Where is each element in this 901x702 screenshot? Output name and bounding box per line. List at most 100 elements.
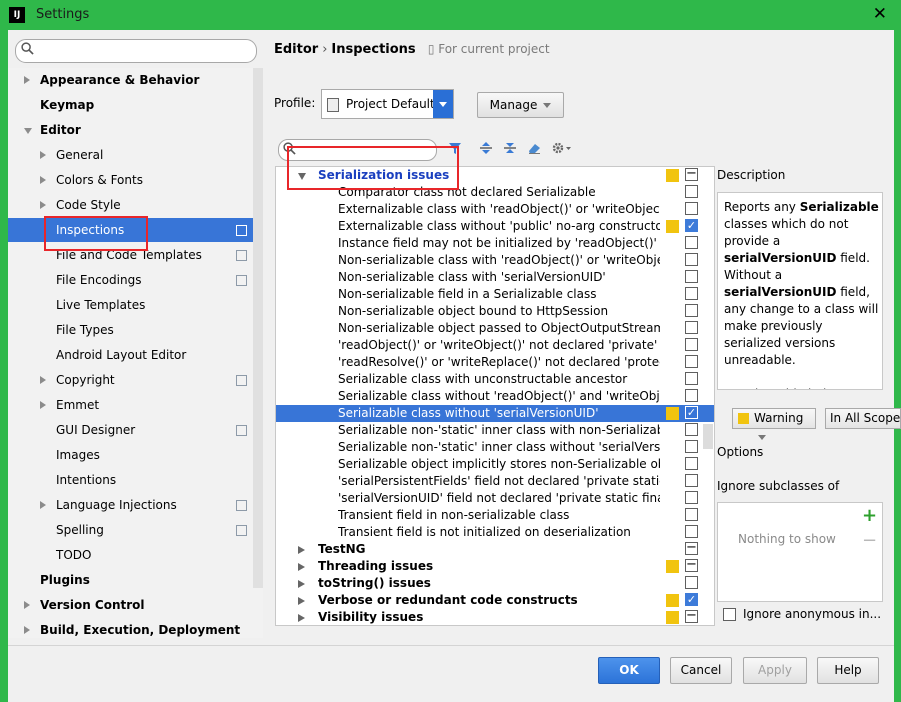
inspection-group[interactable]: Visibility issues −	[276, 609, 714, 625]
inspection-item[interactable]: 'serialPersistentFields' field not decla…	[276, 473, 714, 490]
sidebar-item-android-layout-editor[interactable]: Android Layout Editor	[8, 343, 263, 367]
chevron-right-icon[interactable]	[298, 580, 305, 588]
chevron-right-icon[interactable]	[40, 176, 46, 184]
inspection-item[interactable]: Serializable object implicitly stores no…	[276, 456, 714, 473]
chevron-right-icon[interactable]	[40, 151, 46, 159]
settings-search-input[interactable]	[15, 39, 257, 63]
chevron-right-icon[interactable]	[40, 376, 46, 384]
inspection-item[interactable]: Instance field may not be initialized by…	[276, 235, 714, 252]
reset-eraser-icon[interactable]	[527, 141, 541, 155]
ignore-subclasses-list[interactable]: Nothing to show	[717, 502, 883, 602]
sidebar-item-appearance-behavior[interactable]: Appearance & Behavior	[8, 68, 263, 92]
sidebar-item-spelling[interactable]: Spelling	[8, 518, 263, 542]
inspection-item[interactable]: 'serialVersionUID' field not declared 'p…	[276, 490, 714, 507]
close-icon[interactable]: ✕	[873, 4, 887, 24]
inspection-checkbox[interactable]	[685, 372, 698, 385]
inspection-checkbox[interactable]	[685, 440, 698, 453]
collapse-all-icon[interactable]	[503, 141, 517, 155]
inspection-checkbox[interactable]	[685, 338, 698, 351]
ok-button[interactable]: OK	[598, 657, 660, 684]
add-icon[interactable]: +	[862, 505, 877, 526]
inspection-checkbox[interactable]	[685, 236, 698, 249]
inspection-item[interactable]: Non-serializable class with 'readObject(…	[276, 252, 714, 269]
chevron-down-icon[interactable]	[433, 90, 453, 118]
chevron-right-icon[interactable]	[40, 201, 46, 209]
sidebar-item-todo[interactable]: TODO	[8, 543, 263, 567]
sidebar-item-images[interactable]: Images	[8, 443, 263, 467]
sidebar-item-emmet[interactable]: Emmet	[8, 393, 263, 417]
sidebar-item-general[interactable]: General	[8, 143, 263, 167]
inspection-checkbox[interactable]	[685, 457, 698, 470]
chevron-right-icon[interactable]	[298, 563, 305, 571]
chevron-right-icon[interactable]	[298, 546, 305, 554]
inspection-checkbox[interactable]	[685, 508, 698, 521]
sidebar-item-code-style[interactable]: Code Style	[8, 193, 263, 217]
sidebar-item-live-templates[interactable]: Live Templates	[8, 293, 263, 317]
inspection-checkbox[interactable]	[685, 491, 698, 504]
sidebar-item-keymap[interactable]: Keymap	[8, 93, 263, 117]
inspection-checkbox[interactable]	[685, 185, 698, 198]
chevron-right-icon[interactable]	[40, 501, 46, 509]
inspection-checkbox[interactable]: −	[685, 558, 698, 572]
inspection-item[interactable]: Transient field is not initialized on de…	[276, 524, 714, 541]
sidebar-scrollbar[interactable]	[253, 68, 263, 588]
inspection-item[interactable]: Externalizable class without 'public' no…	[276, 218, 714, 235]
inspection-group[interactable]: Verbose or redundant code constructs ✓	[276, 592, 714, 609]
inspection-checkbox[interactable]: ✓	[685, 593, 698, 606]
inspection-checkbox[interactable]	[685, 270, 698, 283]
inspection-checkbox[interactable]: −	[685, 167, 698, 181]
inspection-item[interactable]: Serializable class with unconstructable …	[276, 371, 714, 388]
cancel-button[interactable]: Cancel	[670, 657, 732, 684]
chevron-right-icon[interactable]	[24, 601, 30, 609]
inspection-item[interactable]: Non-serializable object passed to Object…	[276, 320, 714, 337]
sidebar-item-editor[interactable]: Editor	[8, 118, 263, 142]
inspection-checkbox[interactable]	[685, 287, 698, 300]
inspection-item[interactable]: Non-serializable class with 'serialVersi…	[276, 269, 714, 286]
chevron-right-icon[interactable]	[298, 614, 305, 622]
inspection-item[interactable]: Non-serializable object bound to HttpSes…	[276, 303, 714, 320]
inspection-checkbox[interactable]: ✓	[685, 406, 698, 419]
inspection-checkbox[interactable]	[685, 423, 698, 436]
sidebar-item-build-execution-deployment[interactable]: Build, Execution, Deployment	[8, 618, 263, 638]
inspection-item[interactable]: Serializable class without 'readObject()…	[276, 388, 714, 405]
chevron-right-icon[interactable]	[40, 401, 46, 409]
sidebar-item-copyright[interactable]: Copyright	[8, 368, 263, 392]
inspection-checkbox[interactable]	[685, 525, 698, 538]
sidebar-item-colors-fonts[interactable]: Colors & Fonts	[8, 168, 263, 192]
chevron-right-icon[interactable]	[298, 597, 305, 605]
sidebar-item-file-types[interactable]: File Types	[8, 318, 263, 342]
inspection-item[interactable]: Externalizable class with 'readObject()'…	[276, 201, 714, 218]
chevron-right-icon[interactable]	[24, 76, 30, 84]
inspection-group[interactable]: toString() issues	[276, 575, 714, 592]
apply-button[interactable]: Apply	[743, 657, 807, 684]
inspection-group[interactable]: TestNG −	[276, 541, 714, 558]
help-button[interactable]: Help	[817, 657, 879, 684]
expand-all-icon[interactable]	[479, 141, 493, 155]
inspection-item[interactable]: Transient field in non-serializable clas…	[276, 507, 714, 524]
inspection-checkbox[interactable]	[685, 304, 698, 317]
tree-scrollbar[interactable]	[703, 424, 713, 449]
inspection-item[interactable]: 'readResolve()' or 'writeReplace()' not …	[276, 354, 714, 371]
inspection-item[interactable]: Serializable non-'static' inner class wi…	[276, 439, 714, 456]
checkbox-box[interactable]	[723, 608, 736, 621]
inspection-checkbox[interactable]: −	[685, 541, 698, 555]
sidebar-item-file-encodings[interactable]: File Encodings	[8, 268, 263, 292]
title-bar[interactable]: IJ Settings ✕	[0, 0, 901, 30]
inspection-item[interactable]: Non-serializable field in a Serializable…	[276, 286, 714, 303]
sidebar-item-intentions[interactable]: Intentions	[8, 468, 263, 492]
inspection-checkbox[interactable]	[685, 576, 698, 589]
inspection-checkbox[interactable]	[685, 389, 698, 402]
sidebar-item-version-control[interactable]: Version Control	[8, 593, 263, 617]
inspection-checkbox[interactable]	[685, 474, 698, 487]
gear-icon[interactable]	[551, 141, 571, 155]
inspection-checkbox[interactable]	[685, 321, 698, 334]
severity-dropdown[interactable]: Warning	[732, 408, 816, 440]
chevron-down-icon[interactable]	[24, 128, 32, 134]
inspection-group[interactable]: Threading issues −	[276, 558, 714, 575]
profile-dropdown[interactable]: Project Default	[321, 89, 454, 119]
scope-dropdown[interactable]: In All Scopes	[825, 408, 901, 429]
remove-icon[interactable]: −	[862, 530, 877, 551]
inspection-item[interactable]: Serializable class without 'serialVersio…	[276, 405, 714, 422]
inspection-checkbox[interactable]	[685, 355, 698, 368]
inspection-checkbox[interactable]	[685, 253, 698, 266]
